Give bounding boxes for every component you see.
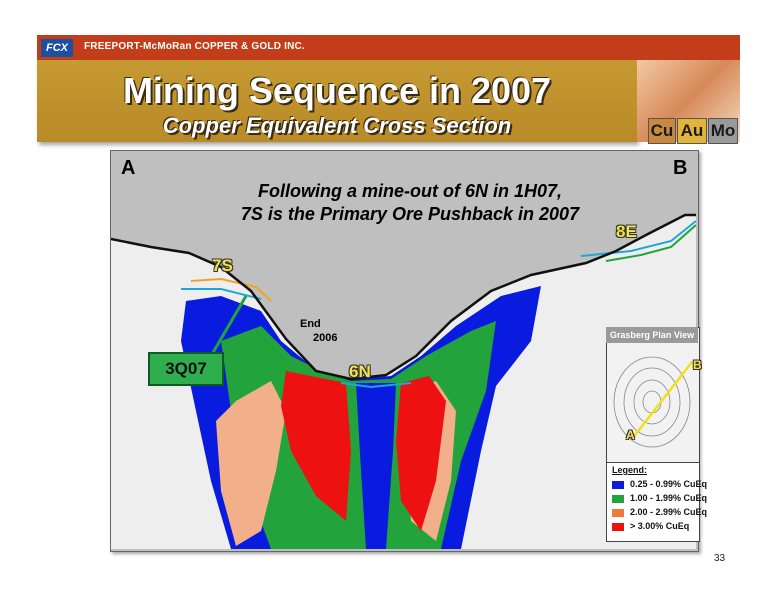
slide-title: Mining Sequence in 2007 bbox=[122, 70, 552, 111]
legend-item: 0.25 - 0.99% CuEq bbox=[612, 479, 707, 489]
label-end: End bbox=[300, 318, 321, 330]
element-badge-cu: Cu bbox=[648, 118, 676, 144]
element-badge-mo: Mo bbox=[708, 118, 738, 144]
caption-line-2: 7S is the Primary Ore Pushback in 2007 bbox=[240, 204, 580, 224]
label-8e: 8E bbox=[616, 222, 637, 241]
label-end-year: 2006 bbox=[313, 332, 338, 344]
section-label-b: B bbox=[673, 157, 688, 179]
legend-item: 2.00 - 2.99% CuEq bbox=[612, 507, 707, 517]
legend-swatch bbox=[612, 522, 624, 531]
legend-title: Legend: bbox=[612, 465, 647, 475]
legend-label: > 3.00% CuEq bbox=[630, 521, 690, 531]
caption-line-1: Following a mine-out of 6N in 1H07, bbox=[257, 181, 562, 201]
plan-view-label-a: A bbox=[626, 428, 635, 442]
legend-label: 1.00 - 1.99% CuEq bbox=[630, 493, 708, 503]
plan-view-title: Grasberg Plan View bbox=[606, 327, 698, 343]
legend-swatch bbox=[612, 480, 624, 489]
page-number: 33 bbox=[714, 553, 726, 564]
legend-swatch bbox=[612, 508, 624, 517]
slide-subtitle: Copper Equivalent Cross Section bbox=[162, 113, 512, 138]
element-badge-au: Au bbox=[677, 118, 707, 144]
label-6n: 6N bbox=[349, 362, 371, 381]
company-name: FREEPORT-McMoRan COPPER & GOLD INC. bbox=[84, 41, 305, 52]
section-label-a: A bbox=[121, 157, 136, 179]
legend-label: 0.25 - 0.99% CuEq bbox=[630, 479, 708, 489]
plan-view-map bbox=[613, 356, 693, 448]
legend-label: 2.00 - 2.99% CuEq bbox=[630, 507, 708, 517]
company-logo: FCX bbox=[41, 39, 73, 57]
legend-item: 1.00 - 1.99% CuEq bbox=[612, 493, 707, 503]
label-7s: 7S bbox=[212, 256, 233, 275]
label-3q07: 3Q07 bbox=[148, 352, 224, 386]
legend-item: > 3.00% CuEq bbox=[612, 521, 689, 531]
plan-view-label-b: B bbox=[693, 358, 702, 372]
legend-swatch bbox=[612, 494, 624, 503]
